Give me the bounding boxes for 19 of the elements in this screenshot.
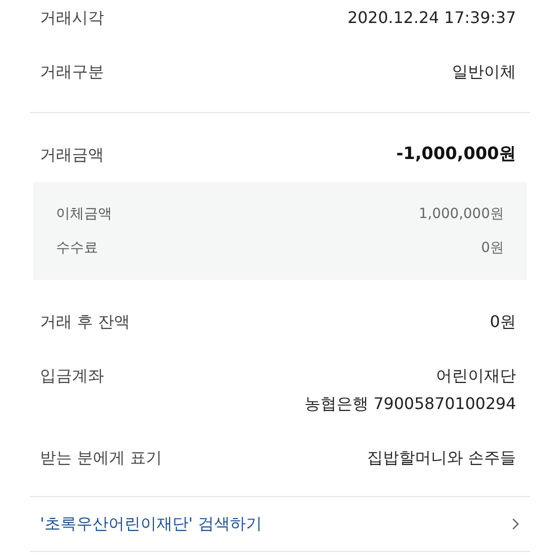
field-value: 1,000,000원 [418,204,504,224]
field-label: 거래 후 잔액 [40,310,130,332]
field-label: 입금계좌 [40,364,104,386]
field-value: 0원 [490,310,516,332]
field-value: 일반이체 [452,61,516,83]
field-label: 수수료 [56,238,98,258]
field-label: 거래금액 [40,144,104,166]
field-value: 2020.12.24 17:39:37 [347,7,516,29]
chevron-right-icon [512,518,520,530]
field-label: 받는 분에게 표기 [40,446,162,468]
field-label: 이체금액 [56,204,112,224]
field-label: 거래시각 [40,7,104,29]
field-label: 거래구분 [40,61,104,83]
field-value: 어린이재단 [436,364,516,386]
search-link[interactable]: '초록우산어린이재단' 검색하기 [0,496,560,550]
amount-value: -1,000,000원 [396,143,516,166]
field-value: 농협은행 79005870100294 [304,392,516,414]
field-value: 집밥할머니와 손주들 [366,446,516,468]
field-value: 0원 [481,238,504,258]
